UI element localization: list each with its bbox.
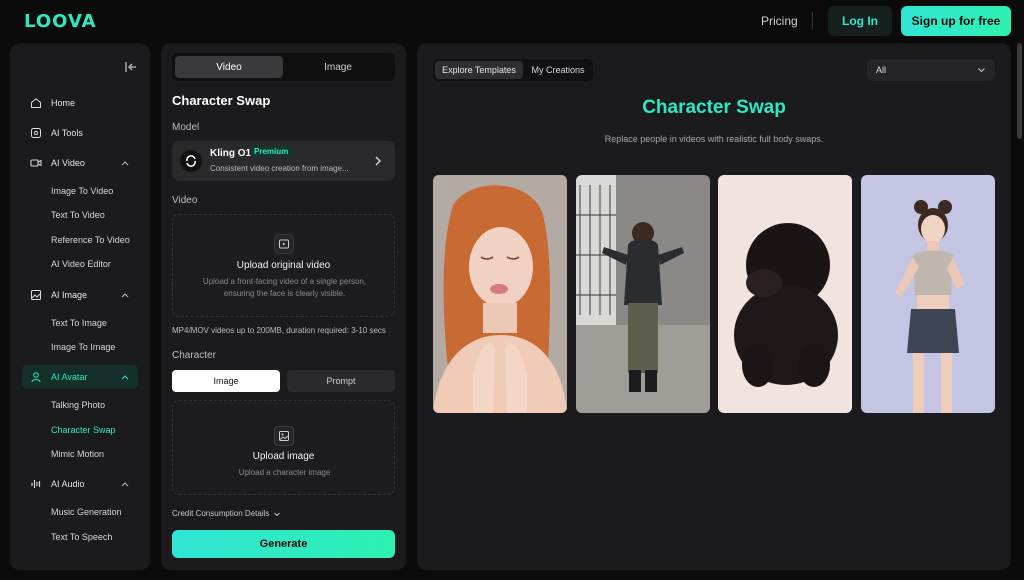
sidebar-item-ai-avatar[interactable]: AI Avatar (22, 365, 138, 389)
template-card[interactable] (576, 175, 710, 413)
character-tab-image[interactable]: Image (172, 370, 280, 392)
sidebar-item-home[interactable]: Home (22, 91, 138, 115)
video-format-hint: MP4/MOV videos up to 200MB, duration req… (172, 326, 386, 335)
character-tab-prompt[interactable]: Prompt (287, 370, 395, 392)
sidebar-sub-image-to-image[interactable]: Image To Image (51, 342, 115, 352)
media-type-tabs: Video Image (172, 53, 395, 81)
model-label: Model (172, 122, 200, 133)
sidebar-sub-text-to-video[interactable]: Text To Video (51, 210, 105, 220)
template-thumbnail-man-hoodie (576, 175, 710, 413)
sidebar-sub-talking-photo[interactable]: Talking Photo (51, 400, 105, 410)
character-upload-description: Upload a character image (238, 468, 331, 477)
generation-panel: Video Image Character Swap Model Kling O… (161, 43, 406, 570)
video-label: Video (172, 195, 198, 206)
image-file-icon (274, 426, 294, 446)
sidebar-sub-music-generation[interactable]: Music Generation (51, 507, 122, 517)
sidebar-item-ai-video[interactable]: AI Video (22, 151, 138, 175)
category-filter-select[interactable]: All (867, 59, 995, 81)
home-icon (31, 98, 41, 108)
panel-title: Character Swap (172, 93, 271, 108)
sidebar-sub-reference-to-video[interactable]: Reference To Video (51, 235, 130, 245)
template-card[interactable] (718, 175, 852, 413)
chevron-right-icon (375, 156, 381, 166)
sidebar-sub-mimic-motion[interactable]: Mimic Motion (51, 449, 104, 459)
model-description: Consistent video creation from image... (210, 164, 349, 173)
chevron-down-icon (274, 512, 281, 516)
sidebar: Home AI Tools AI Video Image To Video Te… (10, 43, 150, 570)
chevron-up-icon (121, 161, 129, 166)
video-upload-title: Upload original video (236, 260, 331, 271)
sidebar-item-ai-image[interactable]: AI Image (22, 283, 138, 307)
tab-video[interactable]: Video (175, 56, 283, 78)
template-gallery: Explore Templates My Creations All Chara… (417, 43, 1011, 570)
sidebar-item-label: AI Tools (51, 128, 83, 138)
chevron-up-icon (121, 293, 129, 298)
sidebar-item-ai-audio[interactable]: AI Audio (22, 472, 138, 496)
video-upload-description: Upload a front-facing video of a single … (202, 277, 367, 298)
model-name: Kling O1 (210, 148, 252, 159)
audio-icon (31, 480, 41, 488)
sidebar-item-ai-tools[interactable]: AI Tools (22, 121, 138, 145)
nav-pricing-link[interactable]: Pricing (761, 14, 798, 28)
tab-explore-templates[interactable]: Explore Templates (435, 61, 523, 79)
tools-icon (31, 128, 41, 138)
model-selector[interactable]: Kling O1 Premium Consistent video creati… (172, 141, 395, 181)
tab-image[interactable]: Image (284, 56, 392, 78)
premium-badge: Premium (250, 146, 293, 157)
sidebar-sub-character-swap[interactable]: Character Swap (51, 425, 116, 435)
sidebar-item-label: Home (51, 98, 76, 108)
template-thumbnail-woman-red-hair (433, 175, 567, 413)
kling-logo-icon (180, 150, 202, 172)
page-scrollbar[interactable] (1017, 43, 1022, 139)
sidebar-item-label: AI Audio (51, 479, 85, 489)
sidebar-sub-ai-video-editor[interactable]: AI Video Editor (51, 259, 111, 269)
character-upload-title: Upload image (252, 451, 315, 462)
sidebar-sub-text-to-image[interactable]: Text To Image (51, 318, 107, 328)
character-label: Character (172, 350, 216, 361)
gallery-title: Character Swap (642, 97, 786, 118)
template-thumbnail-fluffy-creature (718, 175, 852, 413)
nav-divider (812, 12, 813, 30)
brand-logo[interactable]: LOOVA (24, 11, 97, 32)
sidebar-item-label: AI Avatar (51, 372, 88, 382)
chevron-up-icon (121, 375, 129, 380)
sidebar-sub-image-to-video[interactable]: Image To Video (51, 186, 113, 196)
template-card[interactable] (433, 175, 567, 413)
sidebar-item-label: AI Video (51, 158, 85, 168)
credit-details-toggle[interactable]: Credit Consumption Details (172, 509, 281, 518)
gallery-tabs: Explore Templates My Creations (433, 59, 593, 81)
tab-my-creations[interactable]: My Creations (525, 61, 591, 79)
sidebar-item-label: AI Image (51, 290, 88, 300)
chevron-up-icon (121, 482, 129, 487)
login-button[interactable]: Log In (828, 6, 892, 36)
avatar-icon (31, 372, 41, 383)
filter-value: All (876, 65, 887, 75)
video-upload-area[interactable]: Upload original video Upload a front-fac… (172, 214, 395, 317)
video-file-icon (274, 234, 294, 254)
template-thumbnail-woman-posing (861, 175, 995, 413)
signup-button[interactable]: Sign up for free (901, 6, 1011, 36)
top-bar: LOOVA Pricing Log In Sign up for free (0, 0, 1024, 42)
generate-button[interactable]: Generate (172, 530, 395, 558)
character-upload-area[interactable]: Upload image Upload a character image (172, 400, 395, 495)
chevron-down-icon (978, 68, 985, 73)
template-card[interactable] (861, 175, 995, 413)
credit-details-label: Credit Consumption Details (172, 509, 270, 518)
video-icon (30, 159, 42, 167)
sidebar-sub-text-to-speech[interactable]: Text To Speech (51, 532, 112, 542)
image-icon (31, 290, 41, 300)
collapse-sidebar-icon[interactable] (124, 60, 138, 74)
gallery-subtitle: Replace people in videos with realistic … (604, 134, 824, 144)
